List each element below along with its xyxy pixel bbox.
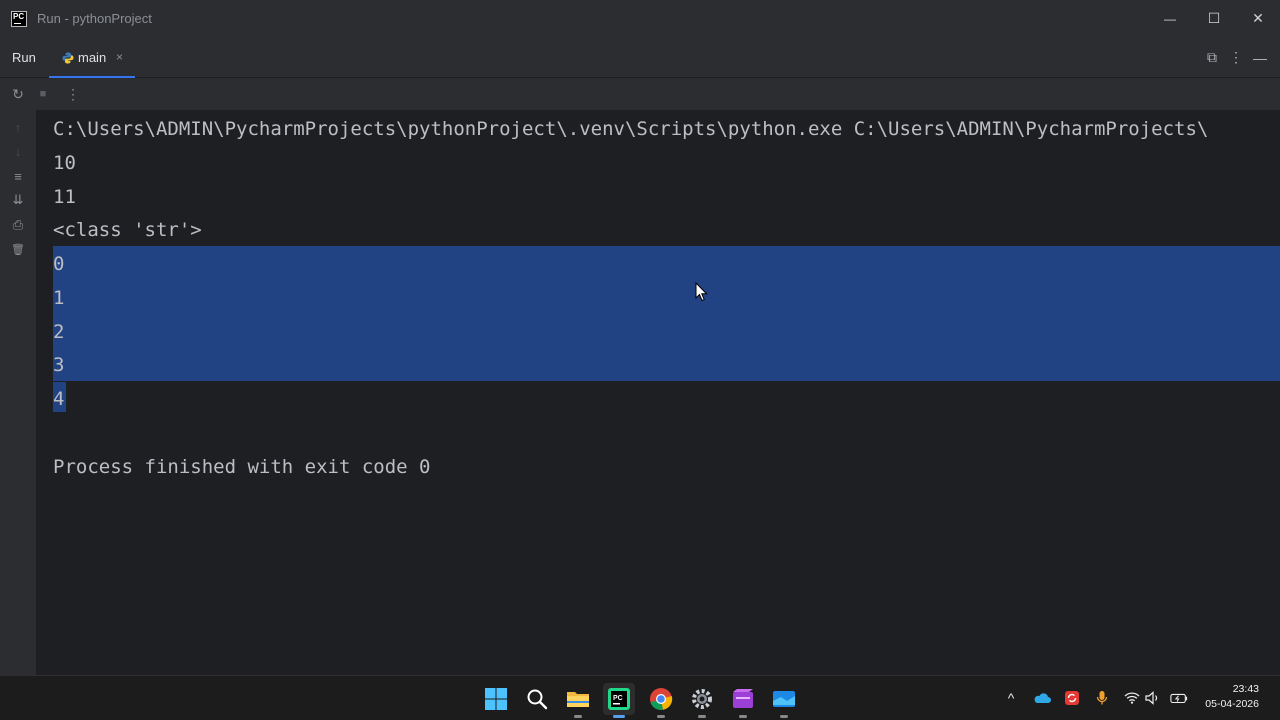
tab-main[interactable]: main × xyxy=(49,37,135,78)
taskbar-app[interactable] xyxy=(768,683,800,718)
running-indicator xyxy=(657,715,665,718)
running-indicator xyxy=(780,715,788,718)
windows-start-icon xyxy=(485,688,507,710)
console-line: C:\Users\ADMIN\PycharmProjects\pythonPro… xyxy=(53,118,1209,140)
system-clock[interactable]: 23:43 05-04-2026 xyxy=(1205,682,1259,712)
run-panel-header: Run main × ⧉ ⋮ — xyxy=(0,37,1280,78)
console-line: Process finished with exit code 0 xyxy=(53,456,431,478)
text-selection xyxy=(53,246,1280,381)
running-indicator xyxy=(698,715,706,718)
show-hidden-icons-chevron-icon[interactable]: ^ xyxy=(1002,689,1020,707)
running-indicator xyxy=(739,715,747,718)
console-side-toolbar: ↑ ↓ ≡ ⇊ ⎙ 🗑 xyxy=(0,110,37,675)
tab-close-icon[interactable]: × xyxy=(116,50,123,64)
title-bar: PC Run - pythonProject — ☐ ✕ xyxy=(0,0,1280,37)
sync-arrows-icon xyxy=(1065,691,1079,705)
scroll-to-end-icon[interactable]: ⇊ xyxy=(9,191,27,209)
window-controls: — ☐ ✕ xyxy=(1148,0,1280,37)
pycharm-logo-icon: PC xyxy=(11,10,27,27)
console-output[interactable]: C:\Users\ADMIN\PycharmProjects\pythonPro… xyxy=(37,110,1280,675)
more-icon[interactable]: ⋮ xyxy=(64,85,82,103)
taskbar-video-editor[interactable] xyxy=(727,683,759,718)
scroll-down-icon[interactable]: ↓ xyxy=(9,142,27,160)
cloud-icon xyxy=(1034,693,1051,703)
window-title: Run - pythonProject xyxy=(37,11,152,26)
clear-all-icon[interactable]: 🗑 xyxy=(9,240,27,258)
battery-icon[interactable] xyxy=(1170,689,1188,707)
pycharm-icon: PC xyxy=(608,688,630,710)
tab-main-label: main xyxy=(78,50,107,65)
video-editor-icon xyxy=(733,689,753,708)
volume-icon[interactable] xyxy=(1144,689,1162,707)
clock-time: 23:43 xyxy=(1232,683,1259,695)
rerun-icon[interactable]: ↻ xyxy=(9,85,27,103)
print-icon[interactable]: ⎙ xyxy=(9,216,27,234)
battery-charging-icon xyxy=(1170,693,1188,704)
console-line: 1 xyxy=(53,287,65,309)
hide-panel-icon[interactable]: — xyxy=(1248,46,1272,70)
settings-icon xyxy=(692,689,712,709)
stop-icon[interactable]: ■ xyxy=(34,85,52,103)
wifi-icon[interactable] xyxy=(1123,689,1141,707)
search-icon xyxy=(527,689,548,710)
close-button[interactable]: ✕ xyxy=(1236,0,1280,37)
python-icon xyxy=(62,52,74,64)
app-icon xyxy=(773,691,795,707)
sync-icon[interactable] xyxy=(1063,689,1081,707)
file-explorer-icon xyxy=(567,692,589,707)
running-indicator xyxy=(574,715,582,718)
clock-date: 05-04-2026 xyxy=(1205,698,1259,710)
maximize-button[interactable]: ☐ xyxy=(1192,0,1236,37)
console-line: 4 xyxy=(53,388,65,410)
console-line: 10 xyxy=(53,152,76,174)
wifi-signal-icon xyxy=(1124,692,1140,704)
console-line: 2 xyxy=(53,321,65,343)
microphone-icon[interactable] xyxy=(1093,689,1111,707)
taskbar-search-button[interactable] xyxy=(521,683,553,715)
svg-text:PC: PC xyxy=(613,695,623,702)
mouse-cursor-icon xyxy=(695,282,708,302)
console-line: 3 xyxy=(53,354,65,376)
layout-icon[interactable]: ⧉ xyxy=(1200,46,1224,70)
taskbar-chrome[interactable] xyxy=(645,683,677,718)
more-options-icon[interactable]: ⋮ xyxy=(1224,46,1248,70)
speaker-icon xyxy=(1145,691,1158,705)
mic-icon xyxy=(1096,691,1108,705)
console-line: <class 'str'> xyxy=(53,219,202,241)
taskbar-settings[interactable] xyxy=(686,683,718,718)
active-indicator xyxy=(613,715,625,718)
header-actions: ⧉ ⋮ — xyxy=(1200,37,1280,78)
run-toolbar: ↻ ■ ⋮ xyxy=(0,78,1280,110)
onedrive-icon[interactable] xyxy=(1033,689,1051,707)
taskbar: PC ^ 23:43 05-04-2026 xyxy=(0,675,1280,720)
soft-wrap-icon[interactable]: ≡ xyxy=(9,167,27,185)
minimize-button[interactable]: — xyxy=(1148,0,1192,37)
taskbar-pycharm[interactable]: PC xyxy=(603,683,635,718)
taskbar-file-explorer[interactable] xyxy=(562,683,594,718)
console-line: 11 xyxy=(53,186,76,208)
run-panel-label: Run xyxy=(12,50,36,65)
chrome-icon xyxy=(650,688,673,710)
console-line: 0 xyxy=(53,253,65,275)
scroll-up-icon[interactable]: ↑ xyxy=(9,118,27,136)
windows-start-button[interactable] xyxy=(480,683,512,715)
